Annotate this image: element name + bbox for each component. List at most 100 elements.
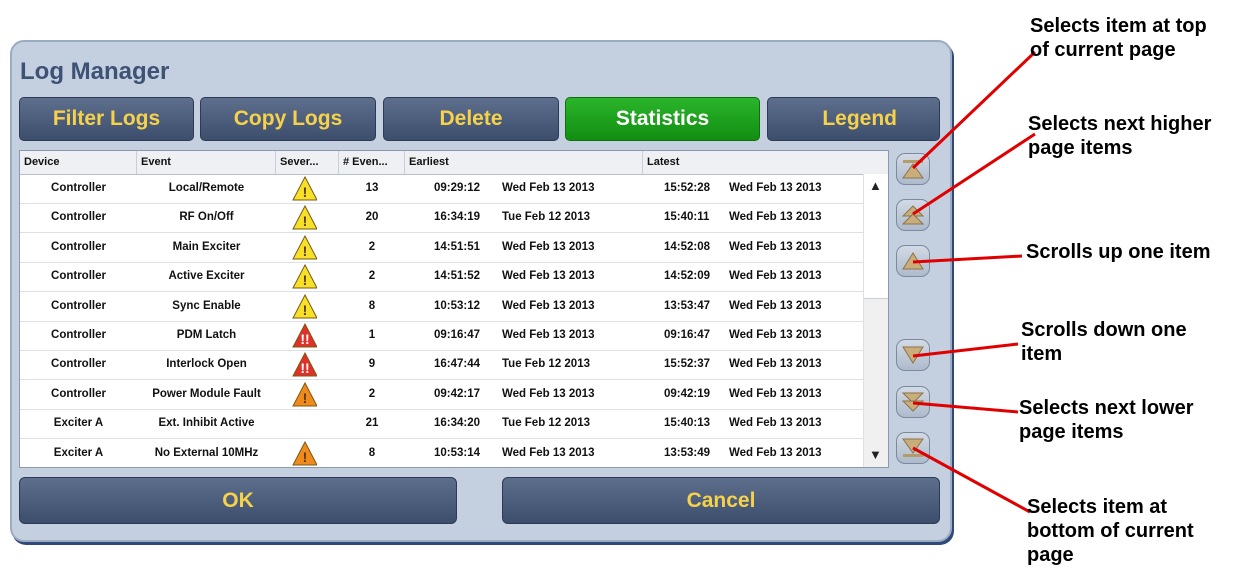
fault-red-icon: !! [292, 352, 317, 377]
latest-date: Wed Feb 13 2013 [729, 387, 822, 400]
severity-cell [276, 409, 339, 438]
count-cell: 20 [365, 211, 379, 224]
svg-text:!: ! [303, 213, 308, 229]
svg-text:!!: !! [300, 360, 309, 376]
table-row[interactable]: Controller Sync Enable! 8 10:53:12 Wed Feb 1… [20, 292, 863, 322]
table-row[interactable]: Controller PDM Latch!! 1 09:16:47 Wed Feb 13… [20, 321, 863, 351]
svg-text:!!: !! [300, 331, 309, 347]
select-bottom-of-page-button[interactable] [896, 432, 930, 464]
table-row[interactable]: Controller RF On/Off! 20 16:34:19 Tue Feb 12… [20, 203, 863, 234]
page-up-button[interactable] [896, 199, 930, 231]
earliest-date: Wed Feb 13 2013 [502, 299, 595, 312]
event-cell: Ext. Inhibit Active [158, 417, 255, 430]
device-cell: Controller [51, 240, 106, 253]
legend-button[interactable]: Legend [767, 97, 940, 141]
event-cell: Interlock Open [166, 358, 247, 371]
scroll-down-button[interactable] [896, 339, 930, 371]
svg-text:!: ! [303, 272, 308, 288]
severity-cell: !! [276, 321, 339, 350]
table-row[interactable]: Controller Main Exciter! 2 14:51:51 Wed Feb … [20, 233, 863, 263]
earliest-date: Tue Feb 12 2013 [502, 417, 590, 430]
annotation-scroll-up: Scrolls up one item [1026, 241, 1211, 263]
latest-time: 15:52:28 [664, 182, 711, 194]
earliest-time: 10:53:12 [434, 299, 481, 312]
earliest-date: Wed Feb 13 2013 [502, 329, 595, 341]
event-cell: Main Exciter [172, 240, 241, 253]
latest-time: 15:52:37 [664, 358, 711, 371]
page-down-button[interactable] [896, 386, 930, 418]
fault-red-icon: !! [292, 323, 317, 348]
svg-text:!: ! [303, 302, 308, 318]
statistics-button[interactable]: Statistics [565, 97, 760, 141]
dialog-title: Log Manager [20, 58, 170, 85]
copy-logs-button[interactable]: Copy Logs [200, 97, 376, 141]
column-header-earliest[interactable]: Earliest [405, 151, 643, 174]
count-cell: 2 [368, 240, 376, 253]
earliest-time: 09:29:12 [434, 182, 481, 194]
scroll-down-arrow[interactable]: ▼ [869, 447, 882, 462]
latest-date: Wed Feb 13 2013 [729, 240, 822, 253]
annotation-bottom-of-page: Selects item at bottom of current page [1027, 496, 1194, 566]
table-row[interactable]: Controller Local/Remote! 13 09:29:12 Wed Feb… [20, 174, 863, 204]
column-header-count[interactable]: # Even... [339, 151, 405, 174]
filter-logs-button[interactable]: Filter Logs [19, 97, 194, 141]
earliest-date: Tue Feb 12 2013 [502, 211, 590, 224]
delete-button[interactable]: Delete [383, 97, 559, 141]
warning-orange-icon: ! [292, 440, 317, 466]
device-cell: Controller [51, 299, 106, 312]
count-cell: 9 [368, 358, 376, 371]
table-row[interactable]: Controller Active Exciter! 2 14:51:52 Wed Fe… [20, 262, 863, 293]
latest-date: Wed Feb 13 2013 [729, 358, 822, 371]
earliest-time: 10:53:14 [434, 446, 481, 459]
count-cell: 1 [368, 329, 376, 341]
select-top-of-page-button[interactable] [896, 153, 930, 185]
annotation-next-lower: Selects next lower page items [1019, 397, 1194, 443]
scroll-up-button[interactable] [896, 245, 930, 277]
scroll-up-arrow[interactable]: ▲ [869, 178, 882, 193]
ok-button[interactable]: OK [19, 477, 457, 524]
earliest-time: 14:51:51 [434, 240, 481, 253]
table-row[interactable]: Controller Interlock Open!! 9 16:47:44 Tue F… [20, 350, 863, 381]
event-cell: RF On/Off [179, 211, 234, 224]
table-row[interactable]: Exciter A Ext. Inhibit Active 21 16:34:20 Tu… [20, 409, 863, 440]
column-header-device[interactable]: Device [20, 151, 137, 174]
vertical-scrollbar[interactable]: ▲ ▼ [863, 174, 888, 467]
earliest-time: 16:34:20 [434, 417, 481, 430]
earliest-time: 09:42:17 [434, 387, 481, 400]
device-cell: Controller [51, 358, 106, 371]
count-cell: 8 [368, 446, 376, 459]
table-row[interactable]: Exciter A No External 10MHz! 8 10:53:14 Wed … [20, 439, 863, 467]
log-table: Device Event Sever... # Even... Earliest… [19, 150, 889, 468]
latest-time: 13:53:47 [664, 299, 711, 312]
device-cell: Exciter A [53, 417, 104, 430]
latest-time: 14:52:08 [664, 240, 711, 253]
bottom-of-page-icon [902, 438, 924, 457]
svg-text:!: ! [303, 449, 308, 465]
scroll-up-icon [902, 252, 924, 270]
device-cell: Controller [51, 182, 106, 194]
earliest-date: Wed Feb 13 2013 [502, 446, 595, 459]
warning-yellow-icon: ! [292, 293, 317, 319]
table-row[interactable]: Controller Power Module Fault! 2 09:42:17 We… [20, 380, 863, 410]
device-cell: Controller [51, 387, 106, 400]
earliest-date: Tue Feb 12 2013 [502, 358, 590, 371]
cancel-button[interactable]: Cancel [502, 477, 940, 524]
event-cell: No External 10MHz [154, 446, 259, 459]
earliest-time: 14:51:52 [434, 270, 481, 283]
column-header-severity[interactable]: Sever... [276, 151, 339, 174]
svg-text:!: ! [303, 184, 308, 200]
event-cell: Sync Enable [172, 299, 241, 312]
svg-text:!: ! [303, 390, 308, 406]
column-header-event[interactable]: Event [137, 151, 276, 174]
annotation-next-higher: Selects next higher page items [1028, 113, 1212, 159]
latest-time: 13:53:49 [664, 446, 711, 459]
device-cell: Controller [51, 329, 106, 341]
severity-cell: ! [276, 233, 339, 262]
column-header-latest[interactable]: Latest [643, 151, 888, 174]
warning-yellow-icon: ! [292, 234, 317, 260]
latest-time: 14:52:09 [664, 270, 711, 283]
count-cell: 8 [368, 299, 376, 312]
top-of-page-icon [902, 160, 924, 179]
earliest-date: Wed Feb 13 2013 [502, 182, 595, 194]
count-cell: 21 [365, 417, 379, 430]
